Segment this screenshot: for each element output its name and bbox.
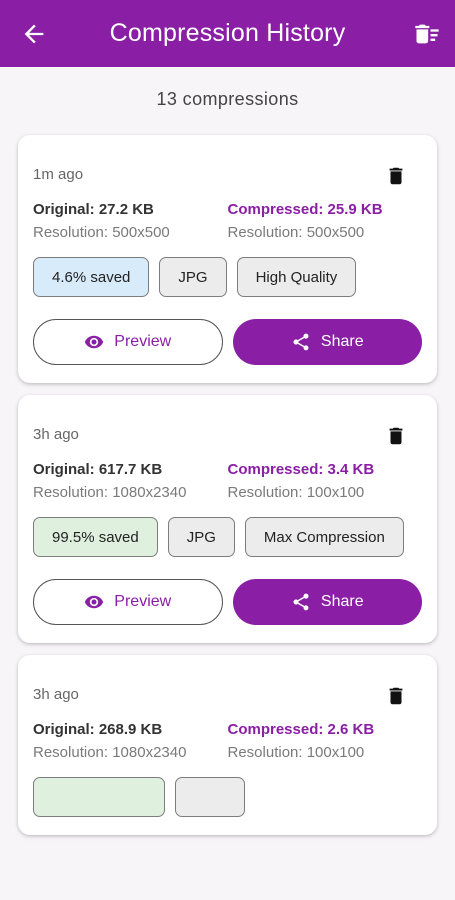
page-title: Compression History bbox=[109, 19, 346, 47]
share-icon bbox=[293, 333, 309, 351]
compressed-resolution: Resolution: 100x100 bbox=[227, 484, 365, 501]
delete-icon[interactable] bbox=[385, 165, 407, 187]
compressed-info: Compressed: 2.6 KB Resolution: 100x100 bbox=[228, 721, 423, 761]
history-card: 3h ago Original: 268.9 KB Resolution: 10… bbox=[18, 655, 437, 835]
saved-chip: 99.5% saved bbox=[33, 517, 158, 557]
compressed-size: Compressed: 2.6 KB bbox=[227, 721, 375, 738]
original-info: Original: 27.2 KB Resolution: 500x500 bbox=[33, 201, 228, 241]
share-button[interactable]: Share bbox=[232, 579, 422, 625]
saved-chip bbox=[33, 777, 165, 817]
preview-label: Preview bbox=[114, 593, 172, 610]
quality-chip: High Quality bbox=[236, 257, 357, 297]
card-actions: Preview Share bbox=[33, 319, 422, 365]
format-chip: JPG bbox=[159, 257, 227, 297]
share-label: Share bbox=[320, 593, 364, 610]
size-info: Original: 617.7 KB Resolution: 1080x2340… bbox=[33, 461, 422, 501]
compressed-info: Compressed: 25.9 KB Resolution: 500x500 bbox=[228, 201, 423, 241]
compressed-size: Compressed: 3.4 KB bbox=[227, 461, 375, 478]
quality-chip: Max Compression bbox=[244, 517, 404, 557]
eye-icon bbox=[85, 595, 104, 609]
delete-icon[interactable] bbox=[385, 425, 407, 447]
eye-icon bbox=[85, 335, 104, 349]
history-card: 1m ago Original: 27.2 KB Resolution: 500… bbox=[18, 135, 437, 383]
share-button[interactable]: Share bbox=[232, 319, 422, 365]
original-resolution: Resolution: 1080x2340 bbox=[33, 744, 187, 761]
share-icon bbox=[293, 593, 309, 611]
timestamp: 3h ago bbox=[33, 426, 79, 443]
compressed-resolution: Resolution: 500x500 bbox=[227, 224, 365, 241]
history-card: 3h ago Original: 617.7 KB Resolution: 10… bbox=[18, 395, 437, 643]
compressed-size: Compressed: 25.9 KB bbox=[227, 201, 383, 218]
original-size: Original: 268.9 KB bbox=[33, 721, 163, 738]
preview-label: Preview bbox=[114, 333, 172, 350]
original-size: Original: 617.7 KB bbox=[33, 461, 163, 478]
saved-chip: 4.6% saved bbox=[33, 257, 150, 297]
compressed-info: Compressed: 3.4 KB Resolution: 100x100 bbox=[228, 461, 423, 501]
delete-icon[interactable] bbox=[385, 685, 407, 707]
arrow-back-icon[interactable] bbox=[20, 20, 48, 48]
card-actions: Preview Share bbox=[33, 579, 422, 625]
timestamp: 1m ago bbox=[33, 166, 84, 183]
original-size: Original: 27.2 KB bbox=[33, 201, 154, 218]
compressions-count: 13 compressions bbox=[156, 89, 299, 109]
app-bar: Compression History bbox=[0, 0, 455, 67]
chips-row: 99.5% saved JPG Max Compression bbox=[33, 517, 422, 557]
size-info: Original: 27.2 KB Resolution: 500x500 Co… bbox=[33, 201, 422, 241]
timestamp: 3h ago bbox=[33, 686, 79, 703]
history-list: 1m ago Original: 27.2 KB Resolution: 500… bbox=[0, 135, 455, 835]
original-info: Original: 617.7 KB Resolution: 1080x2340 bbox=[33, 461, 228, 501]
original-info: Original: 268.9 KB Resolution: 1080x2340 bbox=[33, 721, 228, 761]
chips-row bbox=[33, 777, 422, 817]
share-label: Share bbox=[320, 333, 364, 350]
format-chip bbox=[175, 777, 245, 817]
clear-all-icon[interactable] bbox=[413, 20, 441, 48]
size-info: Original: 268.9 KB Resolution: 1080x2340… bbox=[33, 721, 422, 761]
preview-button[interactable]: Preview bbox=[33, 579, 223, 625]
chips-row: 4.6% saved JPG High Quality bbox=[33, 257, 422, 297]
preview-button[interactable]: Preview bbox=[33, 319, 223, 365]
compressed-resolution: Resolution: 100x100 bbox=[227, 744, 365, 761]
original-resolution: Resolution: 1080x2340 bbox=[33, 484, 187, 501]
original-resolution: Resolution: 500x500 bbox=[33, 224, 170, 241]
format-chip: JPG bbox=[167, 517, 235, 557]
